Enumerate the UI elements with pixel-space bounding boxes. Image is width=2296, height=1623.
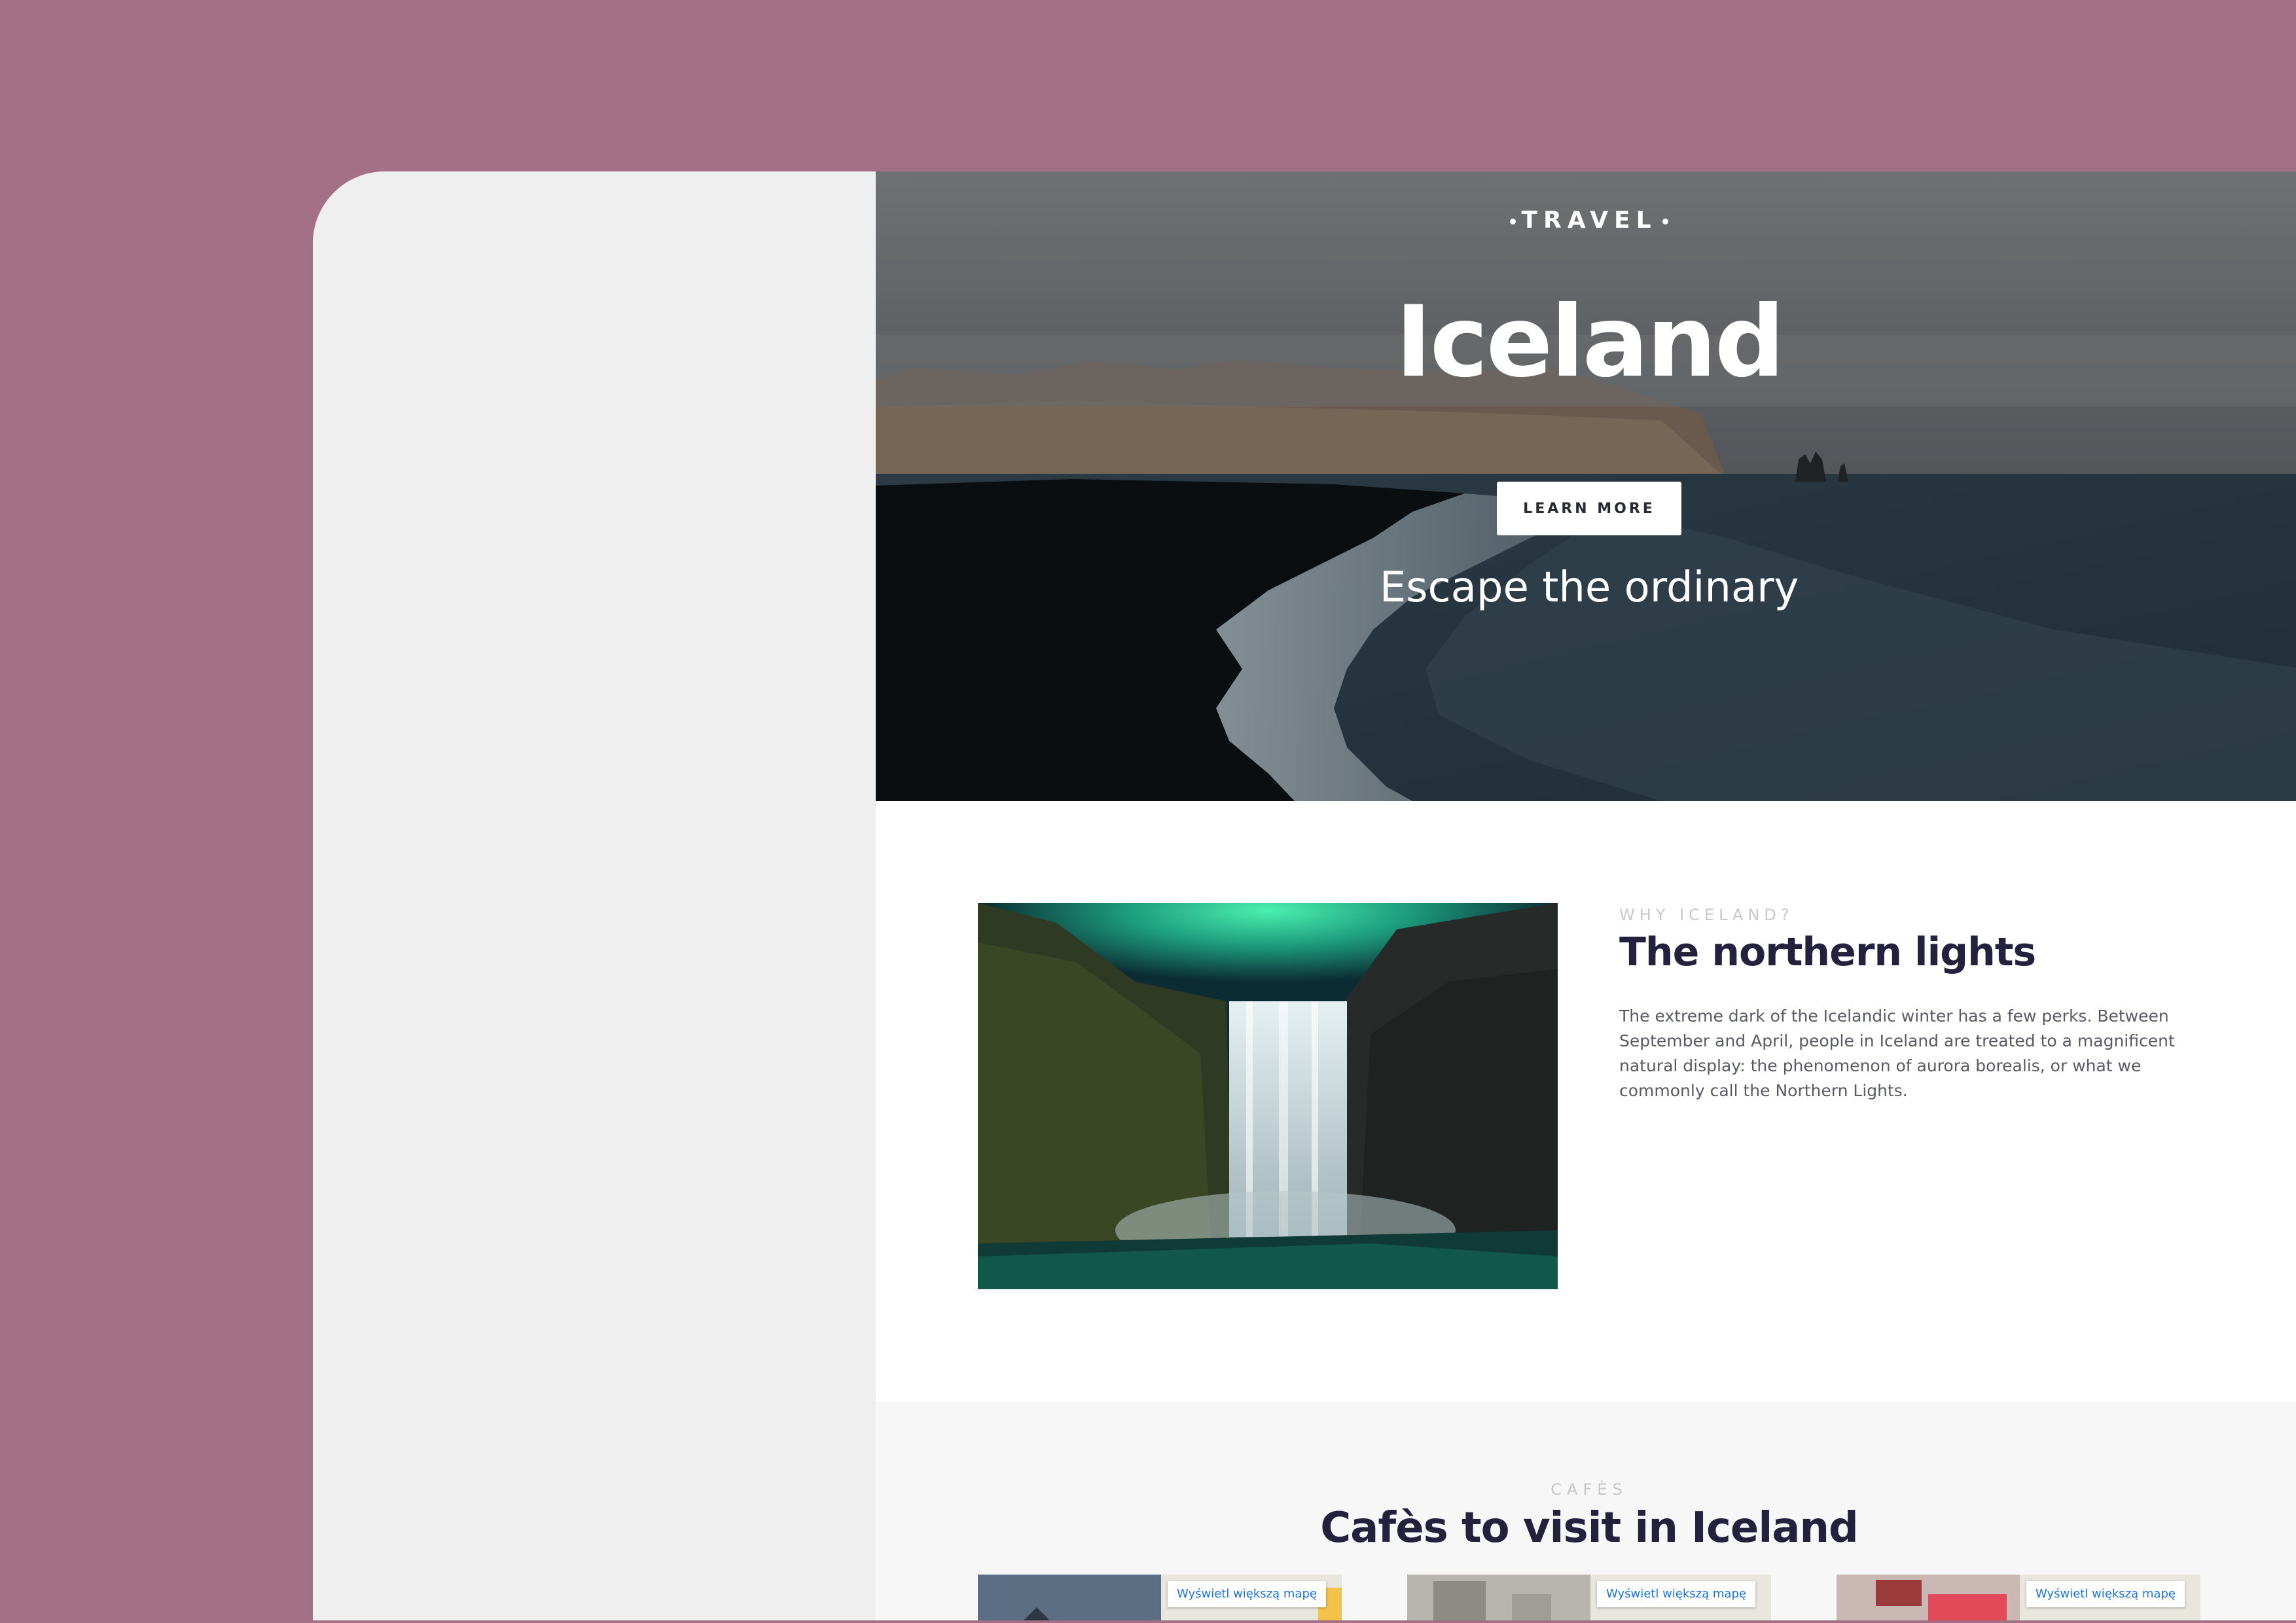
cafes-kicker: CAFÈS (1551, 1480, 1628, 1499)
hero-kicker-text: TRAVEL (1521, 207, 1657, 234)
cafe-map-2[interactable]: Wyświetl większą mapę (1407, 1575, 1771, 1620)
cafe-map-1[interactable]: Wyświetl większą mapę (978, 1575, 1342, 1620)
view-larger-map-button[interactable]: Wyświetl większą mapę (1597, 1581, 1755, 1607)
screenshot-stage: TRAVEL Iceland Escape the ordinary LEARN… (0, 0, 2296, 1623)
hero-title: Iceland (1395, 285, 1785, 399)
cafe-map-3[interactable]: Wyświetl większą mapę (1837, 1575, 2200, 1620)
feature-kicker: WHY ICELAND? (1619, 906, 1794, 924)
hero-section: TRAVEL Iceland Escape the ordinary LEARN… (876, 171, 2296, 801)
view-larger-map-button[interactable]: Wyświetl większą mapę (2026, 1581, 2185, 1607)
photo-image (978, 903, 1558, 1289)
view-larger-map-button[interactable]: Wyświetl większą mapę (1168, 1581, 1326, 1607)
cafes-section: CAFÈS Cafès to visit in Iceland Wyświetl… (876, 1402, 2296, 1620)
device-frame: TRAVEL Iceland Escape the ordinary LEARN… (313, 171, 2296, 1620)
learn-more-button[interactable]: LEARN MORE (1497, 482, 1681, 535)
feature-title: The northern lights (1619, 929, 2036, 975)
bullet-icon (1510, 218, 1516, 224)
feature-description: The extreme dark of the Icelandic winter… (1619, 1007, 2175, 1100)
waterfall-aurora-photo (978, 903, 1558, 1289)
hero-kicker: TRAVEL (1232, 207, 1946, 234)
website: TRAVEL Iceland Escape the ordinary LEARN… (876, 171, 2296, 1620)
bullet-icon (1662, 218, 1668, 224)
northern-lights-section: WHY ICELAND? The northern lights The ext… (876, 801, 2296, 1403)
cafes-title: Cafès to visit in Iceland (1320, 1504, 1859, 1552)
hero-subtitle: Escape the ordinary (1379, 563, 1799, 612)
side-panel (313, 171, 876, 1620)
